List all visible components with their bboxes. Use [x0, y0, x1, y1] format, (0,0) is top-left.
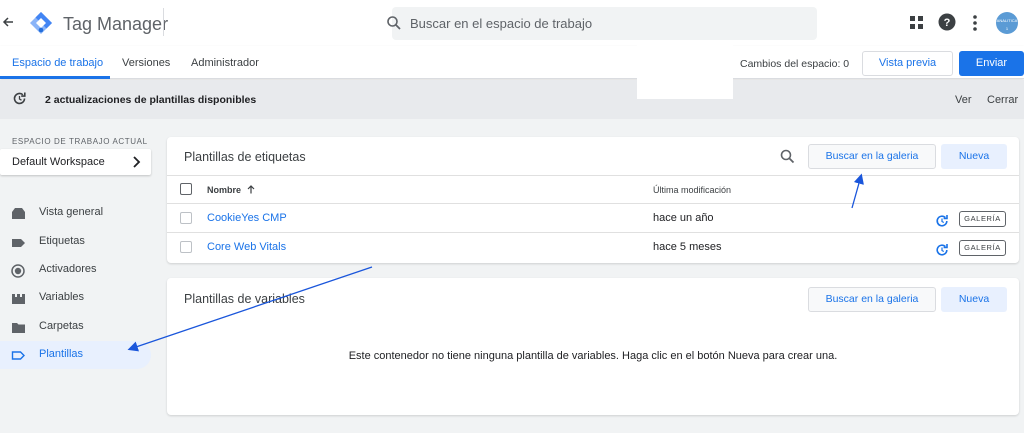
divider: [167, 203, 1019, 204]
update-icon: [12, 91, 27, 106]
workspace-name: Default Workspace: [12, 156, 105, 168]
workspace-changes-count: Cambios del espacio: 0: [740, 58, 850, 70]
workspace-selector[interactable]: Default Workspace: [0, 149, 151, 175]
sidebar-item-label: Variables: [39, 291, 85, 303]
workspace-search-box[interactable]: Buscar en el espacio de trabajo: [387, 7, 817, 40]
overview-icon: [11, 207, 26, 220]
chevron-right-icon: [131, 153, 141, 172]
variables-icon: [11, 292, 26, 305]
search-icon[interactable]: [780, 149, 795, 164]
search-icon: [386, 15, 402, 31]
column-header-name[interactable]: Nombre: [207, 185, 255, 196]
template-modified: hace 5 meses: [653, 241, 722, 253]
divider: [167, 175, 1019, 176]
more-vert-icon[interactable]: [969, 14, 981, 32]
update-available-icon[interactable]: [935, 214, 949, 228]
tag-templates-new-button[interactable]: Nueva: [941, 144, 1007, 169]
column-header-label: Nombre: [207, 185, 242, 195]
notice-view-button[interactable]: Ver: [955, 94, 972, 106]
variable-templates-new-button[interactable]: Nueva: [941, 287, 1007, 312]
sidebar-item-tags[interactable]: Etiquetas: [0, 228, 151, 256]
tag-icon: [11, 236, 26, 249]
send-button[interactable]: Enviar: [959, 51, 1024, 76]
tab-workspace[interactable]: Espacio de trabajo: [12, 57, 103, 69]
trigger-icon: [11, 264, 26, 278]
tab-admin[interactable]: Administrador: [191, 57, 259, 69]
apps-grid-icon[interactable]: [910, 16, 923, 29]
tag-templates-gallery-button[interactable]: Buscar en la galeria: [808, 144, 936, 169]
variable-templates-card: Plantillas de variables Buscar en la gal…: [167, 278, 1019, 415]
arrow-up-icon: [247, 185, 255, 196]
notice-text: 2 actualizaciones de plantillas disponib…: [45, 94, 257, 106]
template-modified: hace un año: [653, 212, 714, 224]
search-placeholder: Buscar en el espacio de trabajo: [410, 16, 593, 31]
workspace-heading: ESPACIO DE TRABAJO ACTUAL: [12, 137, 148, 146]
sidebar-item-label: Etiquetas: [39, 235, 85, 247]
divider: [167, 232, 1019, 233]
template-name-link[interactable]: Core Web Vitals: [207, 241, 286, 253]
avatar[interactable]: ANALITICA 1: [996, 12, 1018, 34]
sidebar-item-triggers[interactable]: Activadores: [0, 256, 151, 284]
help-icon[interactable]: ?: [938, 13, 956, 31]
sidebar-item-templates[interactable]: Plantillas: [0, 341, 151, 369]
sidebar-item-variables[interactable]: Variables: [0, 284, 151, 312]
preview-button[interactable]: Vista previa: [862, 51, 953, 76]
template-name-link[interactable]: CookieYes CMP: [207, 212, 287, 224]
notice-close-button[interactable]: Cerrar: [987, 94, 1018, 106]
sidebar-item-folders[interactable]: Carpetas: [0, 313, 151, 341]
template-icon: [11, 349, 26, 362]
tag-templates-card: Plantillas de etiquetas Buscar en la gal…: [167, 137, 1019, 263]
variable-templates-title: Plantillas de variables: [184, 292, 305, 306]
folder-icon: [11, 321, 26, 334]
back-arrow-icon[interactable]: [2, 14, 16, 32]
active-tab-indicator: [0, 76, 110, 79]
app-title: Tag Manager: [63, 14, 169, 34]
sidebar-item-label: Plantillas: [39, 348, 84, 360]
redaction-block: [637, 40, 733, 99]
empty-state-message: Este contenedor no tiene ninguna plantil…: [348, 350, 838, 362]
row-checkbox[interactable]: [180, 212, 192, 224]
update-available-icon[interactable]: [935, 243, 949, 257]
column-header-modified[interactable]: Última modificación: [653, 185, 731, 195]
svg-text:?: ?: [944, 17, 951, 29]
sidebar-item-label: Carpetas: [39, 320, 84, 332]
gallery-badge: GALERÍA: [959, 240, 1006, 256]
avatar-text: ANALITICA 1: [996, 18, 1018, 31]
sidebar-item-overview[interactable]: Vista general: [0, 199, 151, 227]
tab-versions[interactable]: Versiones: [122, 57, 170, 69]
variable-templates-gallery-button[interactable]: Buscar en la galeria: [808, 287, 936, 312]
sidebar-item-label: Vista general: [39, 206, 104, 218]
tag-manager-logo-icon: [29, 11, 53, 35]
sidebar-item-label: Activadores: [39, 263, 97, 275]
tag-templates-title: Plantillas de etiquetas: [184, 150, 306, 164]
header-divider: [163, 8, 164, 36]
row-checkbox[interactable]: [180, 241, 192, 253]
gallery-badge: GALERÍA: [959, 211, 1006, 227]
select-all-checkbox[interactable]: [180, 183, 192, 195]
